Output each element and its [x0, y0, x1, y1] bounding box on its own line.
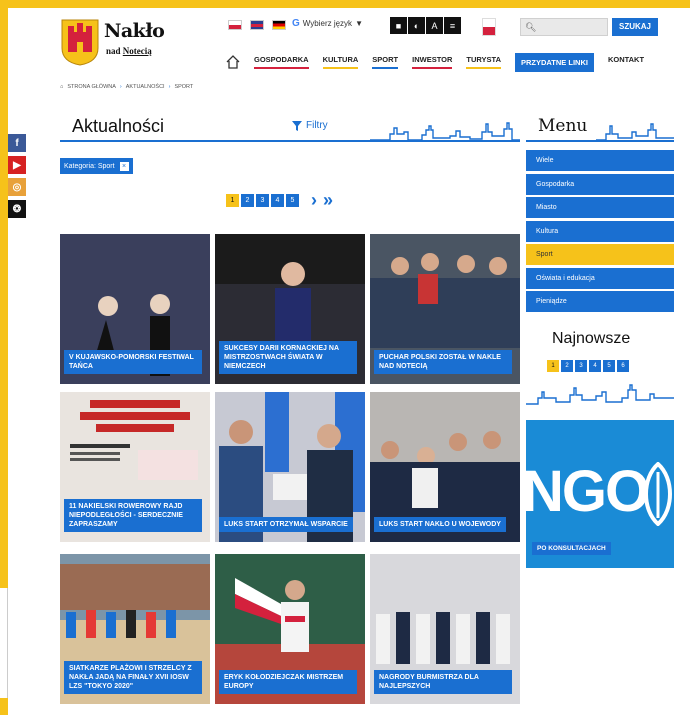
font-size-icon[interactable]: A	[426, 17, 443, 34]
logo-subtitle: nad Notecią	[106, 46, 152, 56]
news-caption: PUCHAR POLSKI ZOSTAŁ W NAKLE NAD NOTECIĄ	[374, 350, 512, 374]
contrast-icon[interactable]: ■	[390, 17, 407, 34]
breadcrumb-item[interactable]: AKTUALNOŚCI	[126, 84, 165, 90]
sign-language-icon[interactable]: ≡	[444, 17, 461, 34]
community-icon[interactable]: ❂	[8, 200, 26, 218]
news-caption: ERYK KOŁODZIEJCZAK MISTRZEM EUROPY	[219, 670, 357, 694]
category-label: Kategoria: Sport	[64, 162, 115, 170]
leaf-icon	[644, 462, 672, 526]
newest-pagination: 1 2 3 4 5 6	[547, 360, 631, 372]
sidebar-item-wiele[interactable]: Wiele	[526, 150, 674, 171]
nav-item-turysta[interactable]: TURYSTA	[466, 55, 501, 69]
page-link[interactable]: 2	[241, 194, 254, 207]
newest-page-link[interactable]: 5	[603, 360, 615, 372]
newest-page-link[interactable]: 4	[589, 360, 601, 372]
news-caption: LUKS START OTRZYMAŁ WSPARCIE	[219, 517, 353, 532]
youtube-icon[interactable]: ▶	[8, 156, 26, 174]
breadcrumb-item[interactable]: STRONA GŁÓWNA	[67, 84, 116, 90]
newest-title: Najnowsze	[552, 330, 631, 347]
news-caption: 11 NAKIELSKI ROWEROWY RAJD NIEPODLEGŁOŚC…	[64, 499, 202, 532]
filter-button[interactable]: Filtry	[292, 120, 328, 131]
breadcrumb-separator: ›	[168, 84, 171, 90]
breadcrumb-home-icon[interactable]: ⌂	[60, 84, 63, 90]
news-tile[interactable]: 11 NAKIELSKI ROWEROWY RAJD NIEPODLEGŁOŚC…	[60, 392, 210, 542]
chevron-down-icon: ▼	[355, 19, 363, 28]
news-tile[interactable]: LUKS START NAKŁO U WOJEWODY	[370, 392, 520, 542]
poland-flag-icon	[482, 18, 496, 36]
ngo-text: NGO	[526, 459, 650, 524]
last-page-icon[interactable]: »	[323, 191, 333, 209]
sidebar-item-kultura[interactable]: Kultura	[526, 220, 674, 242]
news-caption: LUKS START NAKŁO U WOJEWODY	[374, 517, 506, 532]
news-tile[interactable]: SUKCESY DARII KORNACKIEJ NA MISTRZOSTWAC…	[215, 234, 365, 384]
town-skyline-icon	[526, 384, 674, 405]
news-tile[interactable]: V KUJAWSKO-POMORSKI FESTIWAL TAŃCA	[60, 234, 210, 384]
search-icon: 🔍︎	[525, 22, 537, 32]
wheelchair-icon[interactable]: ◐	[408, 17, 425, 34]
ngo-caption: PO KONSULTACJACH	[532, 542, 611, 555]
filter-label: Filtry	[306, 120, 328, 131]
page-title: Aktualności	[72, 116, 165, 136]
news-tile[interactable]: LUKS START OTRZYMAŁ WSPARCIE	[215, 392, 365, 542]
news-tile[interactable]: ERYK KOŁODZIEJCZAK MISTRZEM EUROPY	[215, 554, 365, 704]
news-caption: SUKCESY DARII KORNACKIEJ NA MISTRZOSTWAC…	[219, 341, 357, 374]
coat-of-arms-logo[interactable]	[60, 18, 100, 66]
category-chip: Kategoria: Sport ×	[60, 158, 133, 174]
news-caption: SIATKARZE PLAŻOWI I STRZELCY Z NAKŁA JAD…	[64, 661, 202, 694]
news-caption: V KUJAWSKO-POMORSKI FESTIWAL TAŃCA	[64, 350, 202, 374]
nav-item-kontakt[interactable]: KONTAKT	[608, 55, 644, 69]
polish-flag-icon[interactable]	[228, 20, 242, 30]
search-input[interactable]: 🔍︎	[520, 18, 608, 36]
search-button[interactable]: SZUKAJ	[612, 18, 658, 36]
newest-page-link[interactable]: 2	[561, 360, 573, 372]
pagination: 1 2 3 4 5 › »	[226, 191, 333, 209]
newest-page-link[interactable]: 6	[617, 360, 629, 372]
page-link[interactable]: 1	[226, 194, 239, 207]
accessibility-tools: ■ ◐ A ≡	[390, 17, 462, 34]
town-skyline-icon	[370, 122, 520, 141]
close-icon[interactable]: ×	[119, 161, 129, 171]
german-flag-icon[interactable]	[272, 20, 286, 30]
nav-item-przydatne-linki[interactable]: PRZYDATNE LINKI	[515, 52, 594, 72]
nav-item-sport[interactable]: SPORT	[372, 55, 399, 69]
sidebar-menu: Wiele Gospodarka Miasto Kultura Sport Oś…	[526, 150, 674, 315]
partial-window-edge	[0, 588, 8, 698]
page-link[interactable]: 5	[286, 194, 299, 207]
funnel-icon	[292, 120, 302, 131]
sidebar-item-gospodarka[interactable]: Gospodarka	[526, 173, 674, 195]
language-flags	[228, 20, 286, 30]
newest-page-link[interactable]: 3	[575, 360, 587, 372]
english-flag-icon[interactable]	[250, 20, 264, 30]
google-icon: G	[292, 18, 300, 29]
next-page-icon[interactable]: ›	[311, 191, 317, 209]
newest-page-link[interactable]: 1	[547, 360, 559, 372]
facebook-icon[interactable]: f	[8, 134, 26, 152]
page-link[interactable]: 4	[271, 194, 284, 207]
main-nav: GOSPODARKA KULTURA SPORT INWESTOR TURYST…	[226, 52, 658, 72]
page-link[interactable]: 3	[256, 194, 269, 207]
logo-title[interactable]: Nakło	[104, 20, 165, 42]
breadcrumb-separator: ›	[119, 84, 122, 90]
news-tile[interactable]: NAGRODY BURMISTRZA DLA NAJLEPSZYCH	[370, 554, 520, 704]
translate-select[interactable]: G Wybierz język ▼	[292, 18, 363, 29]
sidebar-menu-title: Menu	[538, 116, 588, 136]
nav-item-gospodarka[interactable]: GOSPODARKA	[254, 55, 309, 69]
instagram-icon[interactable]: ◎	[8, 178, 26, 196]
translate-label: Wybierz język	[302, 19, 353, 28]
nav-item-inwestor[interactable]: INWESTOR	[412, 55, 453, 69]
news-tile[interactable]: PUCHAR POLSKI ZOSTAŁ W NAKLE NAD NOTECIĄ	[370, 234, 520, 384]
breadcrumb: ⌂ STRONA GŁÓWNA › AKTUALNOŚCI › SPORT	[60, 84, 193, 90]
town-skyline-icon	[596, 123, 674, 141]
social-links: f ▶ ◎ ❂	[8, 134, 26, 222]
home-icon[interactable]	[226, 55, 240, 69]
sidebar-item-miasto[interactable]: Miasto	[526, 197, 674, 218]
news-tile[interactable]: SIATKARZE PLAŻOWI I STRZELCY Z NAKŁA JAD…	[60, 554, 210, 704]
ngo-banner[interactable]: NGO PO KONSULTACJACH	[526, 420, 674, 568]
sidebar-item-oswiata[interactable]: Oświata i edukacja	[526, 267, 674, 289]
news-caption: NAGRODY BURMISTRZA DLA NAJLEPSZYCH	[374, 670, 512, 694]
breadcrumb-item[interactable]: SPORT	[174, 84, 193, 90]
sidebar-item-sport[interactable]: Sport	[526, 244, 674, 265]
nav-item-kultura[interactable]: KULTURA	[322, 55, 359, 69]
sidebar-item-pieniadze[interactable]: Pieniądze	[526, 291, 674, 312]
